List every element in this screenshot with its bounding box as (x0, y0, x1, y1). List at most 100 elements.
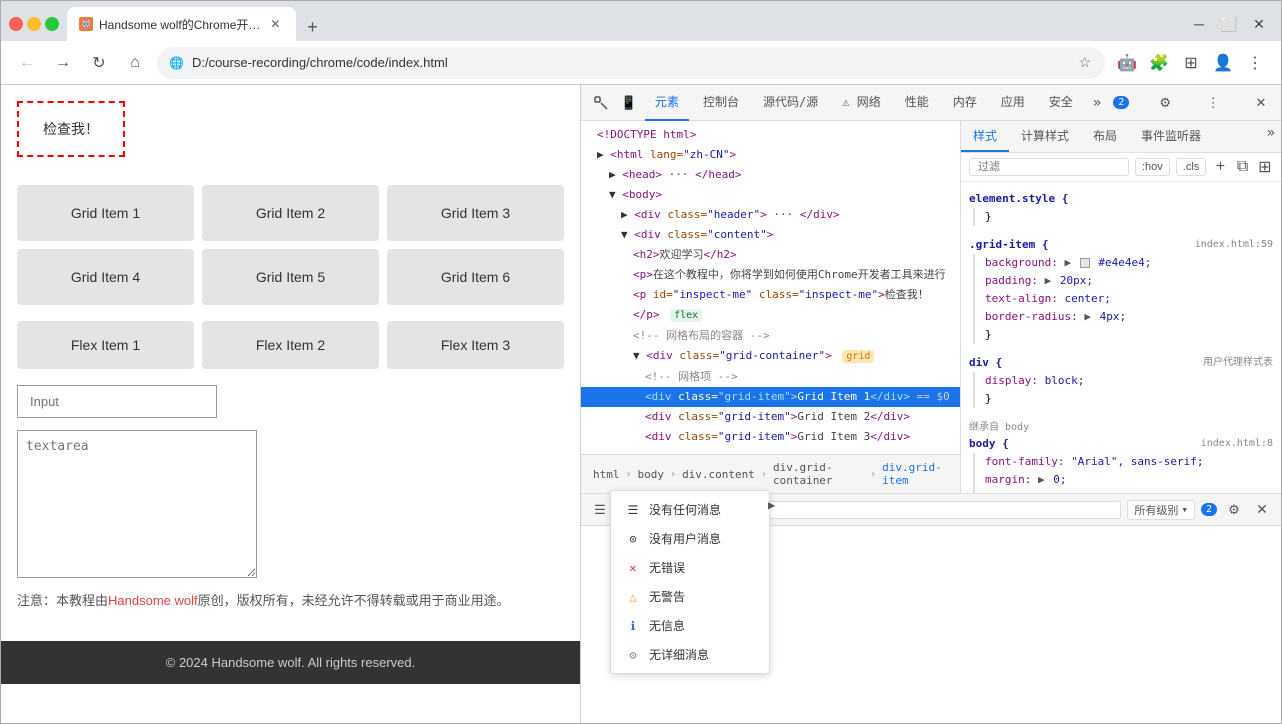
tree-grid-item-3[interactable]: <div class="grid-item">Grid Item 3</div> (581, 427, 960, 447)
grid-item-1: Grid Item 1 (17, 185, 194, 241)
page-inner: 检查我！ Grid Item 1 Grid Item 2 Grid Item 3… (1, 85, 580, 625)
tree-p1[interactable]: <p>在这个教程中，你将学到如何使用Chrome开发者工具来进行 (581, 265, 960, 285)
console-menu-errors[interactable]: ✕ 无错误 (611, 553, 769, 582)
console-menu-user[interactable]: ⊙ 没有用户消息 (611, 526, 769, 553)
add-style-btn[interactable]: + (1212, 157, 1228, 177)
styles-tab-styles[interactable]: 样式 (961, 121, 1009, 152)
minimize-window-btn[interactable] (27, 17, 41, 31)
styles-tab-more[interactable]: » (1261, 121, 1281, 152)
tree-body[interactable]: ▼ <body> (581, 185, 960, 205)
profile-btn[interactable]: 👤 (1209, 49, 1237, 77)
tree-p-inspect[interactable]: <p id="inspect-me" class="inspect-me">检查… (581, 285, 960, 305)
devtools-tab-network[interactable]: ⚠ 网络 (832, 85, 890, 121)
menu-btn[interactable]: ⋮ (1241, 49, 1269, 77)
console-level-dropdown[interactable]: 所有级别 ▾ (1127, 500, 1195, 520)
devtools-inspect-btn[interactable] (589, 91, 613, 115)
tree-doctype[interactable]: <!DOCTYPE html> (581, 125, 960, 145)
tree-comment-items[interactable]: <!-- 网格项 --> (581, 367, 960, 387)
address-bar[interactable]: 🌐 D:/course-recording/chrome/code/index.… (157, 47, 1105, 79)
tree-grid-container[interactable]: ▼ <div class="grid-container"> grid (581, 346, 960, 367)
tree-html[interactable]: ▶ <html lang="zh-CN"> (581, 145, 960, 165)
console-level-label: 所有级别 (1134, 502, 1178, 518)
split-view-btn[interactable]: ⊞ (1177, 49, 1205, 77)
devtools-settings-btn[interactable]: ⚙ (1153, 91, 1177, 115)
page-footer: © 2024 Handsome wolf. All rights reserve… (1, 641, 580, 684)
restore-btn[interactable]: ⬜ (1215, 10, 1243, 38)
devtools-more-tabs[interactable]: » (1087, 91, 1107, 115)
tree-p-close[interactable]: </p> flex (581, 305, 960, 326)
close-window-btn[interactable] (9, 17, 23, 31)
reload-btn[interactable]: ↻ (85, 49, 113, 77)
console-menu-verbose[interactable]: ⚙ 无详细消息 (611, 640, 769, 669)
devtools-tab-memory[interactable]: 内存 (943, 85, 987, 121)
user-messages-icon: ⊙ (625, 531, 641, 547)
devtools-toolbar: 📱 元素 控制台 源代码/源 ⚠ 网络 性能 内存 应用 安全 » 2 ⚙ ⋮ … (581, 85, 1281, 121)
tree-h2[interactable]: <h2>欢迎学习</h2> (581, 245, 960, 265)
close-btn[interactable]: ✕ (1245, 10, 1273, 38)
issues-badge[interactable]: 2 (1113, 96, 1129, 109)
tree-grid-item-1[interactable]: <div class="grid-item">Grid Item 1</div>… (581, 387, 960, 407)
console-filter-input[interactable] (723, 501, 1122, 519)
maximize-window-btn[interactable] (45, 17, 59, 31)
textarea-field[interactable] (17, 430, 257, 578)
home-btn[interactable]: ⌂ (121, 49, 149, 77)
devtools-body: <!DOCTYPE html> ▶ <html lang="zh-CN"> ▶ … (581, 121, 1281, 493)
styles-filter-input[interactable] (969, 158, 1129, 176)
add-style-btn2[interactable]: ⧉ (1235, 157, 1251, 177)
devtools-tab-console[interactable]: 控制台 (693, 85, 749, 121)
breadcrumb-div-grid-item[interactable]: div.grid-item (878, 459, 952, 489)
devtools-more-btn[interactable]: ⋮ (1201, 91, 1225, 115)
extensions-btn[interactable]: 🧩 (1145, 49, 1173, 77)
devtools-device-btn[interactable]: 📱 (617, 91, 641, 115)
breadcrumb-div-grid-container[interactable]: div.grid-container (769, 459, 868, 489)
console-menu-warnings[interactable]: △ 无警告 (611, 582, 769, 611)
grid-item-6: Grid Item 6 (387, 249, 564, 305)
breadcrumb-html[interactable]: html (589, 466, 624, 483)
add-style-btn3[interactable]: ⊞ (1257, 157, 1273, 177)
tree-content-div[interactable]: ▼ <div class="content"> (581, 225, 960, 245)
tab-close-btn[interactable]: ✕ (266, 15, 284, 33)
styles-tab-event-listeners[interactable]: 事件监听器 (1129, 121, 1213, 152)
minimize-btn[interactable]: ─ (1185, 10, 1213, 38)
input-field[interactable] (17, 385, 217, 418)
back-btn[interactable]: ← (13, 49, 41, 77)
forward-btn[interactable]: → (49, 49, 77, 77)
notice-link[interactable]: Handsome wolf (108, 593, 198, 608)
console-menu-btn[interactable]: ☰ (589, 499, 611, 521)
tree-comment-grid[interactable]: <!-- 网格布局的容器 --> (581, 326, 960, 346)
devtools-tab-sources[interactable]: 源代码/源 (753, 85, 828, 121)
breadcrumb-body[interactable]: body (634, 466, 669, 483)
devtools-tab-application[interactable]: 应用 (991, 85, 1035, 121)
console-issues-badge[interactable]: 2 (1201, 503, 1217, 516)
tree-header-div[interactable]: ▶ <div class="header"> ··· </div> (581, 205, 960, 225)
flex-item-3: Flex Item 3 (387, 321, 564, 369)
breadcrumb-div-content[interactable]: div.content (678, 466, 759, 483)
tree-grid-item-2[interactable]: <div class="grid-item">Grid Item 2</div> (581, 407, 960, 427)
style-inherited-label: 继承自 body (969, 418, 1273, 433)
hov-button[interactable]: :hov (1135, 158, 1170, 176)
devtools-tab-performance[interactable]: 性能 (895, 85, 939, 121)
console-menu-info[interactable]: ℹ 无信息 (611, 611, 769, 640)
style-selector-body: body { (969, 437, 1009, 450)
tree-head[interactable]: ▶ <head> ··· </head> (581, 165, 960, 185)
new-tab-btn[interactable]: + (298, 13, 326, 41)
devtools-tab-security[interactable]: 安全 (1039, 85, 1083, 121)
devtools-console: ☰ ⊘ top ▾ 👁 所有级别 ▾ 2 ⚙ ✕ (581, 493, 1281, 723)
tree-more-btn[interactable]: ··· (581, 447, 960, 454)
styles-tab-computed[interactable]: 计算样式 (1009, 121, 1081, 152)
style-selector-element: element.style { (969, 192, 1068, 205)
bookmark-btn[interactable]: ☆ (1076, 52, 1093, 73)
style-rule-body: index.html:8 body { font-family: "Arial"… (969, 435, 1273, 493)
flex-item-2: Flex Item 2 (202, 321, 379, 369)
cls-button[interactable]: .cls (1176, 158, 1207, 176)
devtools-tab-elements[interactable]: 元素 (645, 85, 689, 121)
console-settings-btn[interactable]: ⚙ (1223, 499, 1245, 521)
browser-tab[interactable]: 🐺 Handsome wolf的Chrome开… ✕ (67, 7, 296, 41)
console-level-menu: ☰ 没有任何消息 ⊙ 没有用户消息 ✕ 无错误 △ (610, 526, 770, 674)
inspect-me-btn[interactable]: 检查我！ (17, 101, 125, 157)
console-close-btn[interactable]: ✕ (1251, 499, 1273, 521)
styles-tab-layout[interactable]: 布局 (1081, 121, 1129, 152)
styles-content: element.style { } index.html:59 .grid-it… (961, 182, 1281, 493)
devtools-close-btn[interactable]: ✕ (1249, 91, 1273, 115)
ai-btn[interactable]: 🤖 (1113, 49, 1141, 77)
